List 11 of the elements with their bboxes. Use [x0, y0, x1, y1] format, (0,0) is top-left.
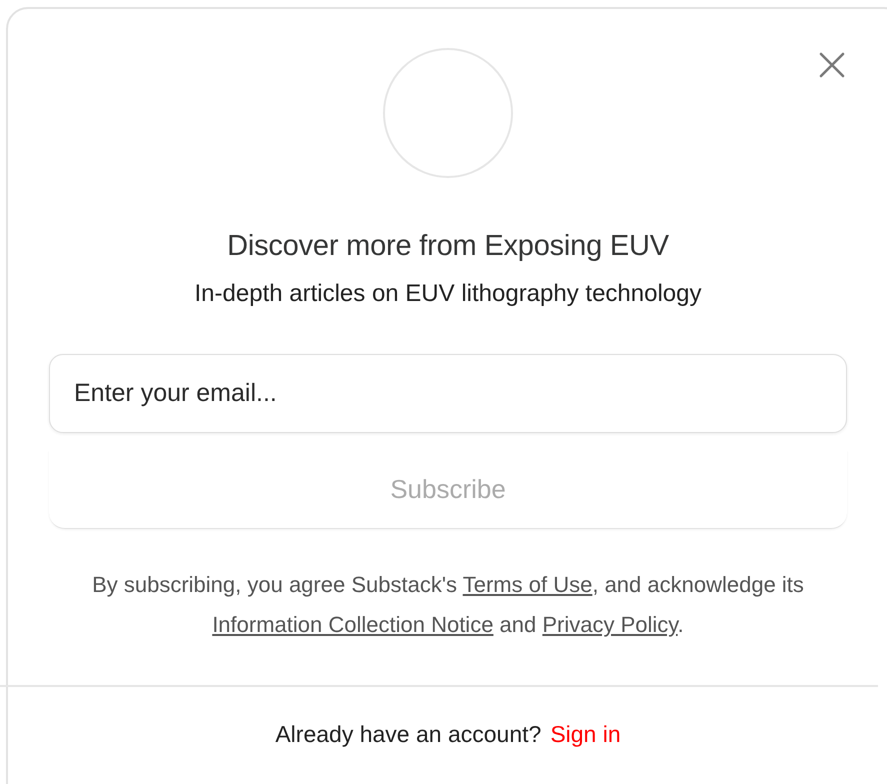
consent-text: By subscribing, you agree Substack's Terms of Use, and acknowledge its Information Collection Notice and Privacy Policy.	[91, 571, 805, 639]
close-icon	[818, 51, 846, 79]
email-field[interactable]: Enter your email...	[49, 354, 847, 433]
policy-link[interactable]: Privacy Policy	[542, 612, 678, 637]
account-prompt: Already have an account?	[275, 720, 542, 749]
policy-link[interactable]: Terms of Use	[462, 572, 592, 597]
sign-in-link[interactable]: Sign in	[550, 719, 621, 749]
close-button[interactable]	[818, 51, 846, 79]
dialog-title: Discover more from Exposing EUV	[227, 229, 669, 264]
policy-link[interactable]: Information Collection Notice	[212, 612, 494, 637]
dialog-subtitle: In-depth articles on EUV lithography technology	[194, 279, 702, 309]
